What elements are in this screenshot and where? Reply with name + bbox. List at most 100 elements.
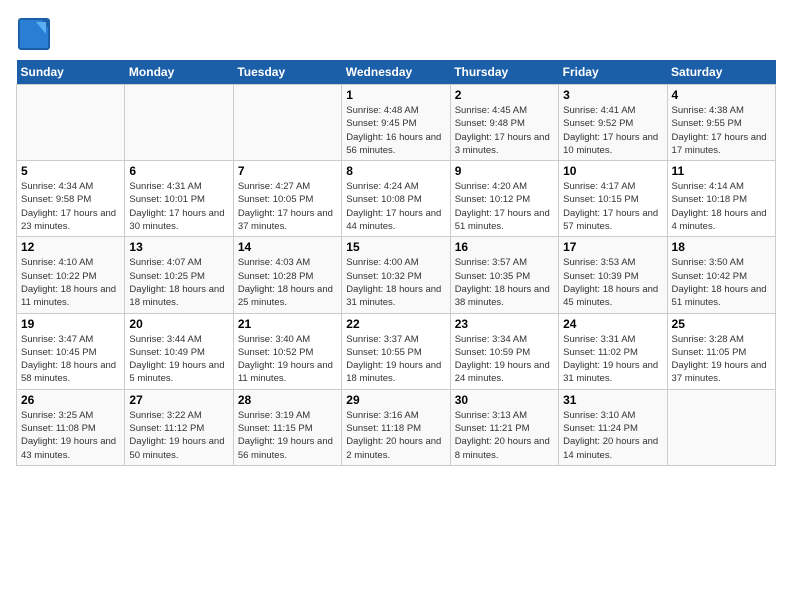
calendar-cell: 18 Sunrise: 3:50 AMSunset: 10:42 PMDayli… (667, 237, 775, 313)
day-info: Sunrise: 3:10 AMSunset: 11:24 PMDaylight… (563, 410, 658, 461)
day-info: Sunrise: 3:34 AMSunset: 10:59 PMDaylight… (455, 334, 550, 385)
day-info: Sunrise: 3:57 AMSunset: 10:35 PMDaylight… (455, 257, 550, 308)
day-info: Sunrise: 4:00 AMSunset: 10:32 PMDaylight… (346, 257, 441, 308)
day-header: Saturday (667, 60, 775, 85)
calendar-cell: 28 Sunrise: 3:19 AMSunset: 11:15 PMDayli… (233, 389, 341, 465)
calendar-cell: 12 Sunrise: 4:10 AMSunset: 10:22 PMDayli… (17, 237, 125, 313)
day-number: 23 (455, 317, 554, 331)
day-info: Sunrise: 3:31 AMSunset: 11:02 PMDaylight… (563, 334, 658, 385)
day-header: Sunday (17, 60, 125, 85)
calendar-cell: 16 Sunrise: 3:57 AMSunset: 10:35 PMDayli… (450, 237, 558, 313)
day-number: 14 (238, 240, 337, 254)
day-info: Sunrise: 4:41 AMSunset: 9:52 PMDaylight:… (563, 105, 658, 156)
day-number: 26 (21, 393, 120, 407)
day-info: Sunrise: 4:14 AMSunset: 10:18 PMDaylight… (672, 181, 767, 232)
day-number: 21 (238, 317, 337, 331)
day-info: Sunrise: 3:28 AMSunset: 11:05 PMDaylight… (672, 334, 767, 385)
day-number: 8 (346, 164, 445, 178)
day-number: 24 (563, 317, 662, 331)
day-info: Sunrise: 4:34 AMSunset: 9:58 PMDaylight:… (21, 181, 116, 232)
calendar-header: SundayMondayTuesdayWednesdayThursdayFrid… (17, 60, 776, 85)
day-number: 31 (563, 393, 662, 407)
calendar-week: 12 Sunrise: 4:10 AMSunset: 10:22 PMDayli… (17, 237, 776, 313)
logo-icon (16, 16, 52, 52)
calendar-cell: 24 Sunrise: 3:31 AMSunset: 11:02 PMDayli… (559, 313, 667, 389)
calendar-week: 26 Sunrise: 3:25 AMSunset: 11:08 PMDayli… (17, 389, 776, 465)
day-info: Sunrise: 3:53 AMSunset: 10:39 PMDaylight… (563, 257, 658, 308)
day-info: Sunrise: 3:25 AMSunset: 11:08 PMDaylight… (21, 410, 116, 461)
day-number: 29 (346, 393, 445, 407)
day-info: Sunrise: 4:45 AMSunset: 9:48 PMDaylight:… (455, 105, 550, 156)
calendar-cell: 1 Sunrise: 4:48 AMSunset: 9:45 PMDayligh… (342, 85, 450, 161)
calendar-cell: 3 Sunrise: 4:41 AMSunset: 9:52 PMDayligh… (559, 85, 667, 161)
day-number: 20 (129, 317, 228, 331)
calendar-cell: 9 Sunrise: 4:20 AMSunset: 10:12 PMDaylig… (450, 161, 558, 237)
day-number: 18 (672, 240, 771, 254)
calendar-cell: 7 Sunrise: 4:27 AMSunset: 10:05 PMDaylig… (233, 161, 341, 237)
calendar-week: 19 Sunrise: 3:47 AMSunset: 10:45 PMDayli… (17, 313, 776, 389)
day-info: Sunrise: 4:38 AMSunset: 9:55 PMDaylight:… (672, 105, 767, 156)
calendar-cell: 8 Sunrise: 4:24 AMSunset: 10:08 PMDaylig… (342, 161, 450, 237)
calendar-cell: 26 Sunrise: 3:25 AMSunset: 11:08 PMDayli… (17, 389, 125, 465)
day-number: 15 (346, 240, 445, 254)
calendar-cell: 15 Sunrise: 4:00 AMSunset: 10:32 PMDayli… (342, 237, 450, 313)
day-info: Sunrise: 3:47 AMSunset: 10:45 PMDaylight… (21, 334, 116, 385)
day-number: 1 (346, 88, 445, 102)
calendar-cell: 13 Sunrise: 4:07 AMSunset: 10:25 PMDayli… (125, 237, 233, 313)
day-info: Sunrise: 3:50 AMSunset: 10:42 PMDaylight… (672, 257, 767, 308)
calendar-cell: 20 Sunrise: 3:44 AMSunset: 10:49 PMDayli… (125, 313, 233, 389)
day-info: Sunrise: 4:17 AMSunset: 10:15 PMDaylight… (563, 181, 658, 232)
day-info: Sunrise: 4:27 AMSunset: 10:05 PMDaylight… (238, 181, 333, 232)
day-number: 7 (238, 164, 337, 178)
day-header: Tuesday (233, 60, 341, 85)
calendar-cell: 11 Sunrise: 4:14 AMSunset: 10:18 PMDayli… (667, 161, 775, 237)
calendar-body: 1 Sunrise: 4:48 AMSunset: 9:45 PMDayligh… (17, 85, 776, 466)
calendar-cell: 30 Sunrise: 3:13 AMSunset: 11:21 PMDayli… (450, 389, 558, 465)
day-info: Sunrise: 3:16 AMSunset: 11:18 PMDaylight… (346, 410, 441, 461)
calendar-cell: 10 Sunrise: 4:17 AMSunset: 10:15 PMDayli… (559, 161, 667, 237)
day-number: 28 (238, 393, 337, 407)
header-row: SundayMondayTuesdayWednesdayThursdayFrid… (17, 60, 776, 85)
calendar-cell: 17 Sunrise: 3:53 AMSunset: 10:39 PMDayli… (559, 237, 667, 313)
day-number: 16 (455, 240, 554, 254)
day-info: Sunrise: 3:13 AMSunset: 11:21 PMDaylight… (455, 410, 550, 461)
calendar-cell (125, 85, 233, 161)
calendar-cell: 5 Sunrise: 4:34 AMSunset: 9:58 PMDayligh… (17, 161, 125, 237)
day-number: 11 (672, 164, 771, 178)
day-number: 2 (455, 88, 554, 102)
calendar-cell: 2 Sunrise: 4:45 AMSunset: 9:48 PMDayligh… (450, 85, 558, 161)
day-info: Sunrise: 4:24 AMSunset: 10:08 PMDaylight… (346, 181, 441, 232)
day-info: Sunrise: 4:03 AMSunset: 10:28 PMDaylight… (238, 257, 333, 308)
day-number: 19 (21, 317, 120, 331)
day-number: 30 (455, 393, 554, 407)
day-number: 25 (672, 317, 771, 331)
day-header: Wednesday (342, 60, 450, 85)
calendar-week: 5 Sunrise: 4:34 AMSunset: 9:58 PMDayligh… (17, 161, 776, 237)
logo (16, 16, 56, 52)
calendar-cell: 25 Sunrise: 3:28 AMSunset: 11:05 PMDayli… (667, 313, 775, 389)
day-number: 12 (21, 240, 120, 254)
day-number: 27 (129, 393, 228, 407)
day-number: 17 (563, 240, 662, 254)
calendar-cell (233, 85, 341, 161)
calendar-week: 1 Sunrise: 4:48 AMSunset: 9:45 PMDayligh… (17, 85, 776, 161)
calendar-cell: 4 Sunrise: 4:38 AMSunset: 9:55 PMDayligh… (667, 85, 775, 161)
calendar-cell: 23 Sunrise: 3:34 AMSunset: 10:59 PMDayli… (450, 313, 558, 389)
day-number: 6 (129, 164, 228, 178)
calendar-table: SundayMondayTuesdayWednesdayThursdayFrid… (16, 60, 776, 466)
calendar-cell: 19 Sunrise: 3:47 AMSunset: 10:45 PMDayli… (17, 313, 125, 389)
calendar-cell: 14 Sunrise: 4:03 AMSunset: 10:28 PMDayli… (233, 237, 341, 313)
day-info: Sunrise: 4:07 AMSunset: 10:25 PMDaylight… (129, 257, 224, 308)
day-info: Sunrise: 3:40 AMSunset: 10:52 PMDaylight… (238, 334, 333, 385)
day-info: Sunrise: 4:20 AMSunset: 10:12 PMDaylight… (455, 181, 550, 232)
calendar-cell: 22 Sunrise: 3:37 AMSunset: 10:55 PMDayli… (342, 313, 450, 389)
calendar-cell: 31 Sunrise: 3:10 AMSunset: 11:24 PMDayli… (559, 389, 667, 465)
page-header (16, 16, 776, 52)
calendar-cell: 27 Sunrise: 3:22 AMSunset: 11:12 PMDayli… (125, 389, 233, 465)
day-number: 9 (455, 164, 554, 178)
calendar-cell (17, 85, 125, 161)
calendar-cell (667, 389, 775, 465)
day-info: Sunrise: 3:22 AMSunset: 11:12 PMDaylight… (129, 410, 224, 461)
calendar-cell: 29 Sunrise: 3:16 AMSunset: 11:18 PMDayli… (342, 389, 450, 465)
day-info: Sunrise: 4:48 AMSunset: 9:45 PMDaylight:… (346, 105, 441, 156)
